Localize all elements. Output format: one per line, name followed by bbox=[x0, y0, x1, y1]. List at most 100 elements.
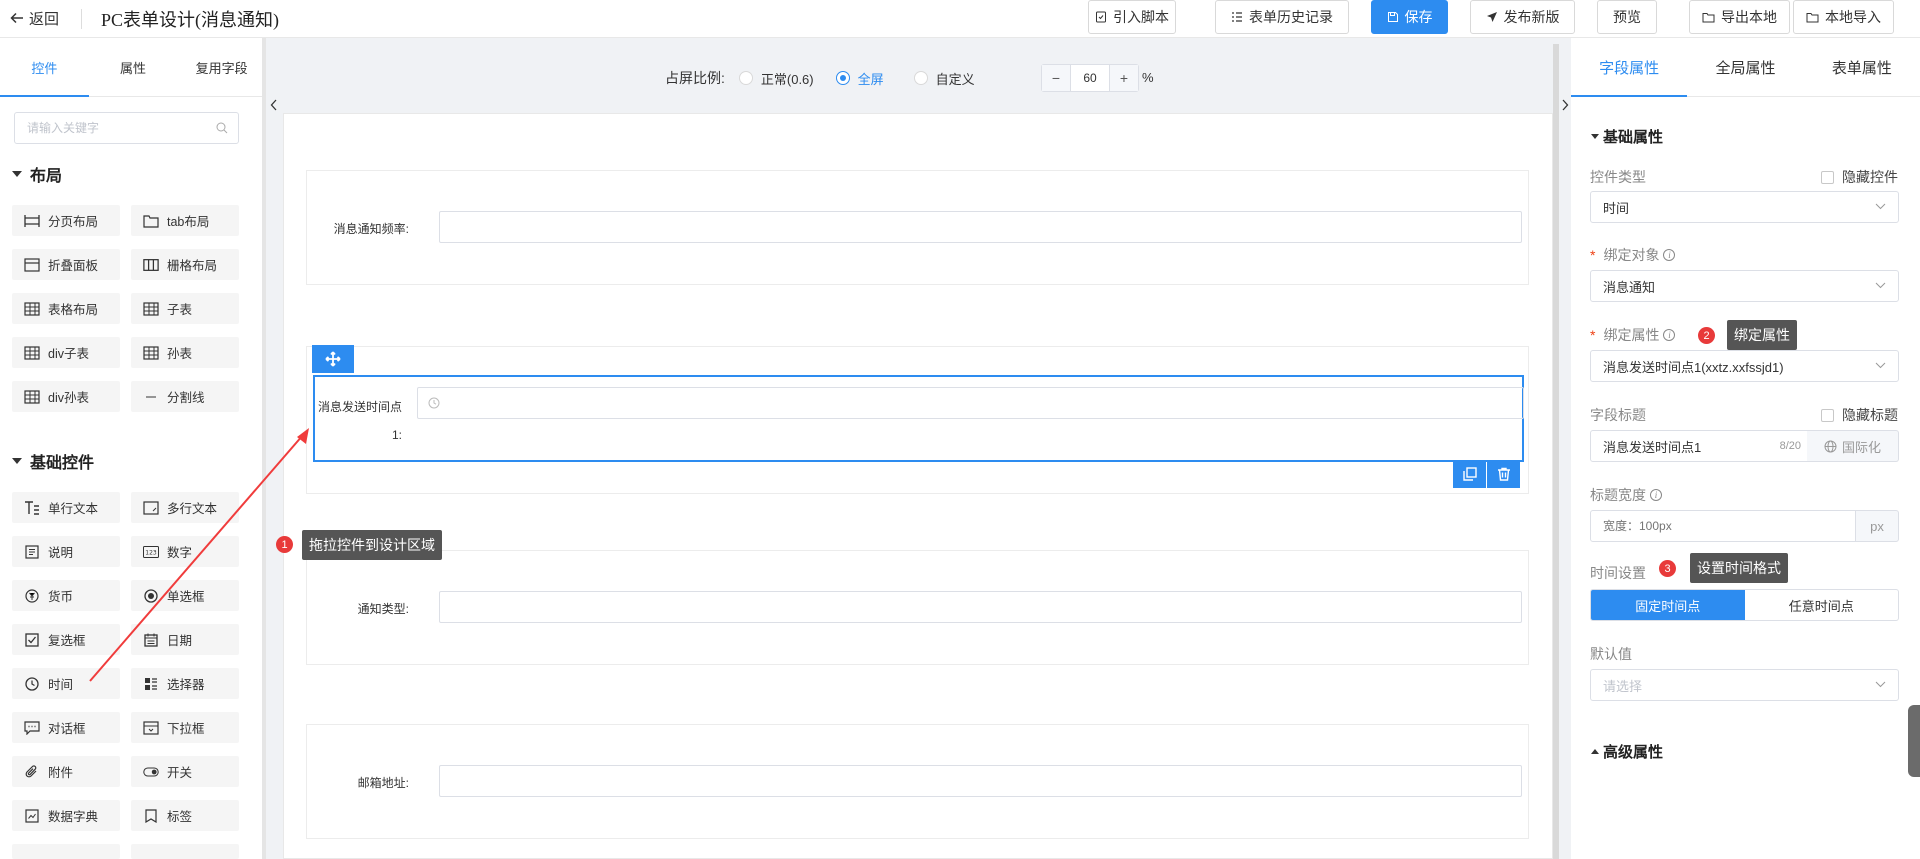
form-field-block[interactable]: 通知类型: bbox=[306, 550, 1529, 665]
caret-up-icon bbox=[1591, 749, 1599, 754]
control-div-subtable[interactable]: div子表 bbox=[12, 337, 120, 368]
dialog-icon bbox=[24, 720, 40, 736]
decrement-button[interactable]: − bbox=[1042, 65, 1070, 91]
form-field-block[interactable]: 邮箱地址: bbox=[306, 724, 1529, 839]
control-collapse-panel[interactable]: 折叠面板 bbox=[12, 249, 120, 280]
folder-icon bbox=[1806, 12, 1819, 23]
basic-controls-section-header[interactable]: 基础控件 bbox=[12, 449, 94, 473]
search-icon[interactable] bbox=[216, 122, 228, 134]
ratio-option-normal[interactable]: 正常(0.6) bbox=[738, 69, 814, 88]
control-partial[interactable] bbox=[12, 844, 120, 859]
increment-button[interactable]: + bbox=[1110, 65, 1138, 91]
control-grandchild-table[interactable]: 孙表 bbox=[131, 337, 239, 368]
tab-field-properties[interactable]: 字段属性 bbox=[1571, 38, 1688, 97]
label-text: 标题宽度 bbox=[1590, 487, 1646, 503]
form-history-label: 表单历史记录 bbox=[1249, 9, 1333, 25]
hide-title-checkbox[interactable]: 隐藏标题 bbox=[1821, 405, 1898, 425]
selected-field[interactable]: 消息发送时间点 1: bbox=[313, 375, 1524, 462]
tab-controls[interactable]: 控件 bbox=[0, 38, 89, 97]
field-label: 邮箱地址: bbox=[357, 776, 409, 790]
field-properties-panel: 字段属性 全局属性 表单属性 基础属性 控件类型 隐藏控件 时间 * 绑定对象 … bbox=[1571, 38, 1920, 859]
checkbox-icon bbox=[24, 632, 40, 648]
ratio-option-fullscreen[interactable]: 全屏 bbox=[835, 69, 884, 88]
control-search-input[interactable] bbox=[27, 121, 207, 135]
control-table-layout[interactable]: 表格布局 bbox=[12, 293, 120, 324]
import-script-button[interactable]: 引入脚本 bbox=[1088, 0, 1176, 34]
bind-attribute-select[interactable]: 消息发送时间点1(xxtz.xxfssjd1) bbox=[1590, 350, 1899, 382]
collapse-right-panel-button[interactable] bbox=[1559, 93, 1571, 117]
advanced-properties-header[interactable]: 高级属性 bbox=[1591, 741, 1663, 762]
top-toolbar: 返回 PC表单设计(消息通知) 引入脚本 表单历史记录 保存 发布新版 预览 导… bbox=[0, 0, 1920, 38]
bind-object-select[interactable]: 消息通知 bbox=[1590, 270, 1899, 302]
char-counter: 8/20 bbox=[1779, 440, 1801, 452]
import-local-button[interactable]: 本地导入 bbox=[1793, 0, 1894, 34]
control-switch[interactable]: 开关 bbox=[131, 756, 239, 787]
grid-layout-icon bbox=[143, 257, 159, 273]
form-field-block[interactable]: 消息通知频率: bbox=[306, 170, 1529, 285]
select-value: 消息发送时间点1(xxtz.xxfssjd1) bbox=[1603, 359, 1784, 375]
basic-properties-header[interactable]: 基础属性 bbox=[1591, 126, 1663, 147]
copy-icon bbox=[1462, 467, 1477, 481]
advanced-properties-title: 高级属性 bbox=[1603, 744, 1664, 761]
control-type-select[interactable]: 时间 bbox=[1590, 191, 1899, 223]
control-grid-layout[interactable]: 栅格布局 bbox=[131, 249, 239, 280]
right-splitter[interactable] bbox=[1553, 44, 1559, 859]
page-title: PC表单设计(消息通知) bbox=[101, 10, 280, 30]
control-data-dictionary[interactable]: 数据字典 bbox=[12, 800, 120, 831]
collapse-left-panel-button[interactable] bbox=[268, 93, 280, 117]
delete-field-button[interactable] bbox=[1487, 460, 1520, 488]
design-canvas[interactable]: 消息通知频率: 消息发送时间点 1: 通知类型: 邮箱地址: bbox=[283, 113, 1553, 859]
grandchild-table-icon bbox=[143, 345, 159, 361]
drag-handle-button[interactable] bbox=[312, 345, 354, 373]
currency-icon bbox=[24, 588, 40, 604]
ratio-option-custom[interactable]: 自定义 bbox=[913, 69, 975, 88]
ratio-value[interactable]: 60 bbox=[1070, 65, 1110, 91]
toolbar-divider bbox=[81, 9, 82, 29]
i18n-label: 国际化 bbox=[1841, 439, 1881, 455]
field-input[interactable] bbox=[439, 211, 1522, 243]
import-local-label: 本地导入 bbox=[1825, 9, 1881, 25]
time-input[interactable] bbox=[417, 387, 1524, 419]
layout-section-header[interactable]: 布局 bbox=[12, 162, 62, 186]
tab-properties[interactable]: 属性 bbox=[89, 38, 178, 96]
publish-button[interactable]: 发布新版 bbox=[1470, 0, 1575, 34]
control-search-box bbox=[14, 112, 239, 144]
control-attachment[interactable]: 附件 bbox=[12, 756, 120, 787]
title-width-input[interactable] bbox=[1603, 519, 1833, 533]
copy-field-button[interactable] bbox=[1453, 460, 1486, 488]
i18n-button[interactable]: 国际化 bbox=[1807, 430, 1899, 462]
control-subtable[interactable]: 子表 bbox=[131, 293, 239, 324]
back-button[interactable]: 返回 bbox=[10, 6, 59, 30]
time-mode-any[interactable]: 任意时间点 bbox=[1745, 590, 1899, 620]
control-dropdown[interactable]: 下拉框 bbox=[131, 712, 239, 743]
control-partial[interactable] bbox=[131, 844, 239, 859]
clock-icon bbox=[428, 397, 440, 409]
checkbox-label: 隐藏标题 bbox=[1842, 407, 1898, 423]
save-label: 保存 bbox=[1404, 9, 1433, 25]
save-button[interactable]: 保存 bbox=[1371, 0, 1448, 34]
label-text: 控件类型 bbox=[1590, 169, 1646, 185]
tab-global-properties[interactable]: 全局属性 bbox=[1687, 38, 1803, 96]
control-div-grandchild-table[interactable]: div孙表 bbox=[12, 381, 120, 412]
tab-reusable-fields[interactable]: 复用字段 bbox=[177, 38, 266, 96]
control-tab-layout[interactable]: tab布局 bbox=[131, 205, 239, 236]
control-divider[interactable]: 分割线 bbox=[131, 381, 239, 412]
default-value-select[interactable]: 请选择 bbox=[1590, 669, 1899, 701]
preview-button[interactable]: 预览 bbox=[1597, 0, 1657, 34]
control-tag[interactable]: 标签 bbox=[131, 800, 239, 831]
back-label: 返回 bbox=[29, 10, 60, 28]
table-layout-icon bbox=[24, 301, 40, 317]
form-field-block[interactable]: 消息发送时间点 1: bbox=[306, 346, 1529, 494]
hide-control-checkbox[interactable]: 隐藏控件 bbox=[1821, 167, 1898, 187]
right-scrollbar-handle[interactable] bbox=[1908, 705, 1920, 777]
tab-form-properties[interactable]: 表单属性 bbox=[1804, 38, 1920, 96]
control-dialog[interactable]: 对话框 bbox=[12, 712, 120, 743]
chevron-right-icon bbox=[1561, 99, 1569, 111]
control-page-layout[interactable]: 分页布局 bbox=[12, 205, 120, 236]
field-input[interactable] bbox=[439, 591, 1522, 623]
time-mode-fixed[interactable]: 固定时间点 bbox=[1591, 590, 1745, 620]
export-local-button[interactable]: 导出本地 bbox=[1689, 0, 1790, 34]
field-title-input[interactable]: 消息发送时间点1 8/20 bbox=[1590, 430, 1808, 462]
form-history-button[interactable]: 表单历史记录 bbox=[1215, 0, 1349, 34]
field-input[interactable] bbox=[439, 765, 1522, 797]
